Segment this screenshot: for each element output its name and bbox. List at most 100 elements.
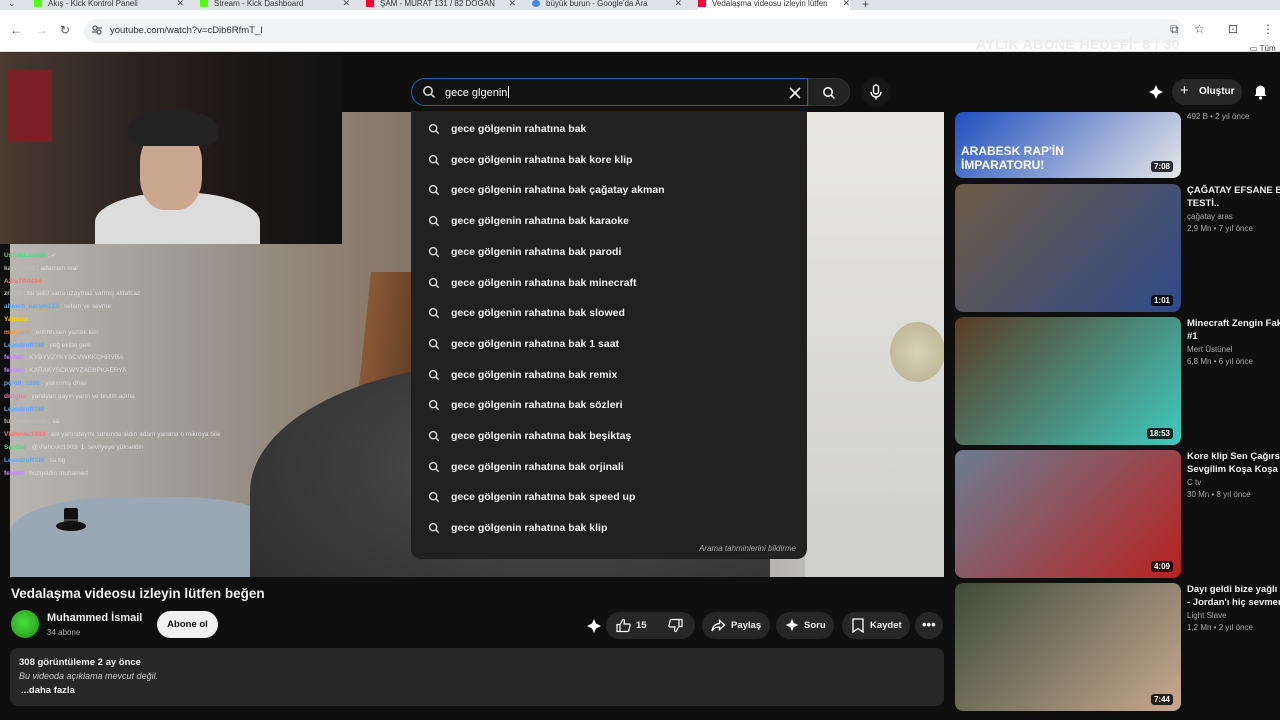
profile-icon[interactable]: ⋮	[1262, 22, 1274, 36]
chat-username: SezGin	[4, 443, 27, 451]
video-thumbnail[interactable]: 1:01	[955, 184, 1181, 312]
browser-tab[interactable]: ŞAM - MURAT 131 / 82 DOĞAN ✕	[366, 0, 516, 10]
recommended-title[interactable]: Dayı geldi bize yağlı Full - Jordan'ı hi…	[1187, 583, 1280, 609]
search-suggestion[interactable]: gece gölgenin rahatına bak sözleri	[411, 390, 807, 421]
recommended-channel[interactable]: Light Slave	[1187, 611, 1227, 620]
video-duration: 18:53	[1146, 428, 1173, 439]
tab-close-icon[interactable]: ✕	[508, 0, 516, 8]
all-bookmarks[interactable]: ▭ Tüm	[1250, 44, 1276, 53]
recommended-video[interactable]: 4:09 Kore klip Sen Çağırsan Sevgilim Koşa…	[955, 450, 1280, 578]
show-more-link[interactable]: ...daha fazla	[21, 685, 75, 696]
ask-button[interactable]: Soru	[776, 612, 834, 639]
chat-message: Yahmaz :	[4, 315, 32, 323]
search-button[interactable]	[808, 78, 850, 106]
chat-message: Vlahovic1903 : abi yanındaymı sonunda al…	[4, 431, 221, 439]
search-suggestion[interactable]: gece gölgenin rahatına bak orjinali	[411, 452, 807, 483]
search-suggestion[interactable]: gece gölgenin rahatına bak parodi	[411, 237, 807, 268]
chat-username: drogba	[4, 392, 27, 400]
clear-search-icon[interactable]	[788, 86, 802, 100]
recommended-video[interactable]: 7:44 Dayı geldi bize yağlı Full - Jordan'…	[955, 583, 1280, 711]
search-suggestion[interactable]: gece gölgenin rahatına bak speed up	[411, 482, 807, 513]
video-title: Vedalaşma videosu izleyin lütfen beğen	[11, 586, 265, 601]
share-icon	[711, 619, 726, 632]
suggestion-text: gece gölgenin rahatına bak orjinali	[451, 460, 624, 473]
search-input[interactable]: gece glgenin	[411, 78, 808, 106]
search-icon	[428, 522, 440, 534]
sparkle-icon[interactable]	[586, 618, 602, 634]
install-app-icon[interactable]: ⧉	[1170, 22, 1179, 37]
recommended-video[interactable]: 18:53 Minecraft Zengin Fakir #1 Mert Üstün…	[955, 317, 1280, 445]
tab-close-icon[interactable]: ✕	[342, 0, 350, 8]
share-button[interactable]: Paylaş	[702, 612, 770, 639]
create-button[interactable]: + Oluştur	[1172, 79, 1242, 105]
browser-tab[interactable]: büyük burun - Google'da Ara ✕	[532, 0, 682, 10]
recommended-title[interactable]: Kore klip Sen Çağırsan Sevgilim Koşa Koş…	[1187, 450, 1280, 476]
chat-message: pol6ft_1998 : yakınmış dhas	[4, 379, 88, 387]
chat-username: feymtr	[4, 354, 24, 362]
recommended-channel[interactable]: çağatay aras	[1187, 212, 1233, 221]
channel-name[interactable]: Muhammed İsmail	[47, 612, 142, 624]
video-duration: 1:01	[1150, 295, 1173, 306]
webcam-cap	[128, 110, 218, 146]
browser-tab-active[interactable]: Vedalaşma videosu izleyin lütfen ✕	[698, 0, 850, 10]
chat-message: turanakaryabt : sa	[4, 418, 60, 426]
search-icon	[823, 87, 836, 100]
bookmark-star-icon[interactable]: ☆	[1194, 22, 1205, 36]
like-dislike-group: 15	[606, 612, 695, 639]
search-suggestion[interactable]: gece gölgenin rahatına bak slowed	[411, 298, 807, 329]
tab-search-icon[interactable]: ⌄	[8, 0, 16, 9]
search-suggestion[interactable]: gece gölgenin rahatına bak 1 saat	[411, 329, 807, 360]
chat-username: LeandroRSM	[4, 456, 45, 464]
save-button[interactable]: Kaydet	[842, 612, 910, 639]
notifications-bell-icon[interactable]	[1253, 84, 1268, 100]
recommended-title[interactable]: Minecraft Zengin Fakir #1	[1187, 317, 1280, 343]
browser-tab[interactable]: Stream - Kick Dashboard ✕	[200, 0, 350, 10]
like-icon[interactable]	[616, 618, 631, 633]
microphone-icon	[870, 84, 882, 100]
channel-avatar[interactable]	[11, 610, 39, 638]
video-thumbnail[interactable]: 7:44	[955, 583, 1181, 711]
new-tab-icon[interactable]: +	[862, 0, 869, 10]
recommended-video[interactable]: 1:01 ÇAĞATAY EFSANE BAŞ TESTİ.. çağatay ar…	[955, 184, 1280, 312]
search-suggestion[interactable]: gece gölgenin rahatına bak klip	[411, 513, 807, 544]
search-suggestion[interactable]: gece gölgenin rahatına bak beşiktaş	[411, 421, 807, 452]
video-thumbnail[interactable]: 4:09	[955, 450, 1181, 578]
search-suggestion[interactable]: gece gölgenin rahatına bak	[411, 114, 807, 145]
tab-close-icon[interactable]: ✕	[674, 0, 682, 8]
recommended-channel[interactable]: C tv	[1187, 478, 1201, 487]
reload-icon[interactable]: ↻	[60, 23, 70, 37]
chat-text: adamsın kral	[40, 264, 78, 272]
search-suggestion[interactable]: gece gölgenin rahatına bak remix	[411, 360, 807, 391]
search-suggestion[interactable]: gece gölgenin rahatına bak minecraft	[411, 268, 807, 299]
search-suggestion[interactable]: gece gölgenin rahatına bak kore klip	[411, 145, 807, 176]
video-duration: 4:09	[1150, 561, 1173, 572]
report-predictions-link[interactable]: Arama tahminlerini bildirme	[699, 544, 796, 553]
back-icon[interactable]: ←	[10, 23, 22, 37]
voice-search-button[interactable]	[862, 78, 890, 106]
extensions-icon[interactable]: ⊡	[1228, 22, 1238, 36]
search-icon	[428, 308, 440, 319]
chat-username: feymtr	[4, 469, 24, 477]
description-box[interactable]: 308 görüntüleme 2 ay önce Bu videoda açı…	[10, 648, 944, 706]
video-duration: 7:08	[1150, 161, 1173, 172]
site-settings-icon[interactable]	[91, 24, 103, 36]
tab-close-icon[interactable]: ✕	[176, 0, 184, 8]
video-thumbnail[interactable]: 18:53	[955, 317, 1181, 445]
browser-tab[interactable]: Akış - Kick Kontrol Paneli ✕	[34, 0, 184, 10]
search-suggestion[interactable]: gece gölgenin rahatına bak çağatay akman	[411, 175, 807, 206]
recommended-channel[interactable]: Mert Üstünel	[1187, 345, 1232, 354]
chat-username: UsnilkLas366	[4, 252, 46, 259]
premium-sparkle-icon[interactable]	[1148, 84, 1164, 100]
subscribe-button[interactable]: Abone ol	[157, 611, 218, 638]
recommended-title[interactable]: ÇAĞATAY EFSANE BAŞ TESTİ..	[1187, 184, 1280, 210]
tab-close-icon[interactable]: ✕	[842, 0, 850, 8]
more-actions-button[interactable]: •••	[915, 612, 943, 639]
share-label: Paylaş	[731, 620, 762, 631]
video-thumbnail[interactable]: ARABESK RAP'İN İMPARATORU! 7:08	[955, 112, 1181, 178]
forward-icon[interactable]: →	[36, 23, 48, 37]
dislike-icon[interactable]	[668, 618, 683, 633]
search-icon	[428, 338, 440, 350]
search-suggestion[interactable]: gece gölgenin rahatına bak karaoke	[411, 206, 807, 237]
recommended-video[interactable]: ARABESK RAP'İN İMPARATORU! 7:08 492 B • 2 …	[955, 112, 1280, 178]
suggestion-text: gece gölgenin rahatına bak karaoke	[451, 215, 629, 228]
